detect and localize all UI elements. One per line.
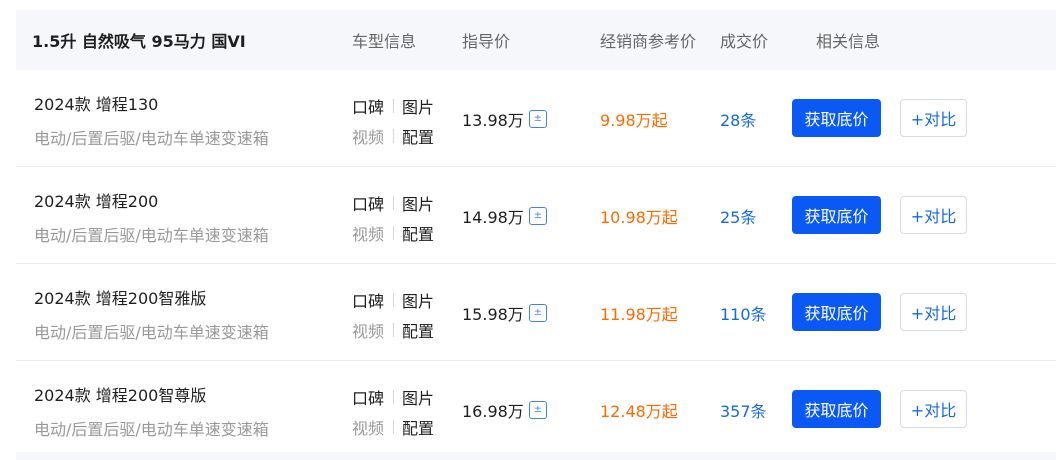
guide-price: 13.98万 ± <box>462 107 547 131</box>
add-compare-button[interactable]: +对比 <box>900 196 967 234</box>
divider <box>393 129 394 143</box>
photos-link[interactable]: 图片 <box>402 288 434 312</box>
dealer-price-link[interactable]: 12.48万起 <box>600 398 678 422</box>
video-link[interactable]: 视频 <box>352 124 384 148</box>
guide-price: 14.98万 ± <box>462 204 547 228</box>
model-spec: 电动/后置后驱/电动车单速变速箱 <box>34 420 269 439</box>
model-name-link[interactable]: 2024款 增程200智雅版 <box>34 285 206 309</box>
dealer-price-link[interactable]: 10.98万起 <box>600 204 678 228</box>
model-spec: 电动/后置后驱/电动车单速变速箱 <box>34 129 269 148</box>
deal-count-link[interactable]: 28条 <box>720 107 756 131</box>
video-link[interactable]: 视频 <box>352 318 384 342</box>
reviews-link[interactable]: 口碑 <box>352 288 384 312</box>
reviews-link[interactable]: 口碑 <box>352 94 384 118</box>
divider <box>393 196 394 210</box>
column-related-info: 相关信息 <box>816 32 881 51</box>
divider <box>393 323 394 337</box>
car-model-table: 1.5升 自然吸气 95马力 国VI 车型信息 指导价 经销商参考价 成交价 相… <box>16 10 1056 457</box>
table-row: 2024款 增程200智雅版 电动/后置后驱/电动车单速变速箱 口碑 图片 视频… <box>16 264 1056 361</box>
column-model-info: 车型信息 <box>352 32 417 51</box>
guide-price-value: 16.98万 <box>462 402 524 421</box>
guide-price-value: 13.98万 <box>462 111 524 130</box>
divider <box>393 293 394 307</box>
video-link[interactable]: 视频 <box>352 221 384 245</box>
guide-price-value: 14.98万 <box>462 208 524 227</box>
model-name-link[interactable]: 2024款 增程200 <box>34 188 158 212</box>
table-row: 2024款 增程130 电动/后置后驱/电动车单速变速箱 口碑 图片 视频 配置… <box>16 70 1056 167</box>
photos-link[interactable]: 图片 <box>402 191 434 215</box>
config-link[interactable]: 配置 <box>402 221 434 245</box>
model-name-link[interactable]: 2024款 增程130 <box>34 91 158 115</box>
dealer-price-link[interactable]: 11.98万起 <box>600 301 678 325</box>
reviews-link[interactable]: 口碑 <box>352 191 384 215</box>
get-lowest-price-button[interactable]: 获取底价 <box>792 99 881 137</box>
calculator-icon[interactable]: ± <box>528 401 547 419</box>
deal-count-link[interactable]: 357条 <box>720 398 767 422</box>
add-compare-button[interactable]: +对比 <box>900 390 967 428</box>
add-compare-button[interactable]: +对比 <box>900 99 967 137</box>
divider <box>393 226 394 240</box>
video-link[interactable]: 视频 <box>352 415 384 439</box>
get-lowest-price-button[interactable]: 获取底价 <box>792 390 881 428</box>
column-dealer-price: 经销商参考价 <box>600 32 697 51</box>
get-lowest-price-button[interactable]: 获取底价 <box>792 196 881 234</box>
model-name-link[interactable]: 2024款 增程200智尊版 <box>34 382 206 406</box>
column-guide-price: 指导价 <box>462 32 511 51</box>
divider <box>393 99 394 113</box>
guide-price: 15.98万 ± <box>462 301 547 325</box>
engine-group-title: 1.5升 自然吸气 95马力 国VI <box>32 32 246 51</box>
reviews-link[interactable]: 口碑 <box>352 385 384 409</box>
add-compare-button[interactable]: +对比 <box>900 293 967 331</box>
deal-count-link[interactable]: 110条 <box>720 301 767 325</box>
divider <box>393 390 394 404</box>
deal-count-link[interactable]: 25条 <box>720 204 756 228</box>
calculator-icon[interactable]: ± <box>528 110 547 128</box>
divider <box>393 420 394 434</box>
config-link[interactable]: 配置 <box>402 415 434 439</box>
guide-price-value: 15.98万 <box>462 305 524 324</box>
calculator-icon[interactable]: ± <box>528 304 547 322</box>
model-spec: 电动/后置后驱/电动车单速变速箱 <box>34 226 269 245</box>
photos-link[interactable]: 图片 <box>402 385 434 409</box>
table-footer-bar <box>16 452 1056 460</box>
model-spec: 电动/后置后驱/电动车单速变速箱 <box>34 323 269 342</box>
calculator-icon[interactable]: ± <box>528 207 547 225</box>
get-lowest-price-button[interactable]: 获取底价 <box>792 293 881 331</box>
config-link[interactable]: 配置 <box>402 124 434 148</box>
table-row: 2024款 增程200 电动/后置后驱/电动车单速变速箱 口碑 图片 视频 配置… <box>16 167 1056 264</box>
column-deal-price: 成交价 <box>720 32 769 51</box>
photos-link[interactable]: 图片 <box>402 94 434 118</box>
table-header: 1.5升 自然吸气 95马力 国VI 车型信息 指导价 经销商参考价 成交价 相… <box>16 10 1056 70</box>
guide-price: 16.98万 ± <box>462 398 547 422</box>
dealer-price-link[interactable]: 9.98万起 <box>600 107 668 131</box>
config-link[interactable]: 配置 <box>402 318 434 342</box>
table-row: 2024款 增程200智尊版 电动/后置后驱/电动车单速变速箱 口碑 图片 视频… <box>16 361 1056 457</box>
